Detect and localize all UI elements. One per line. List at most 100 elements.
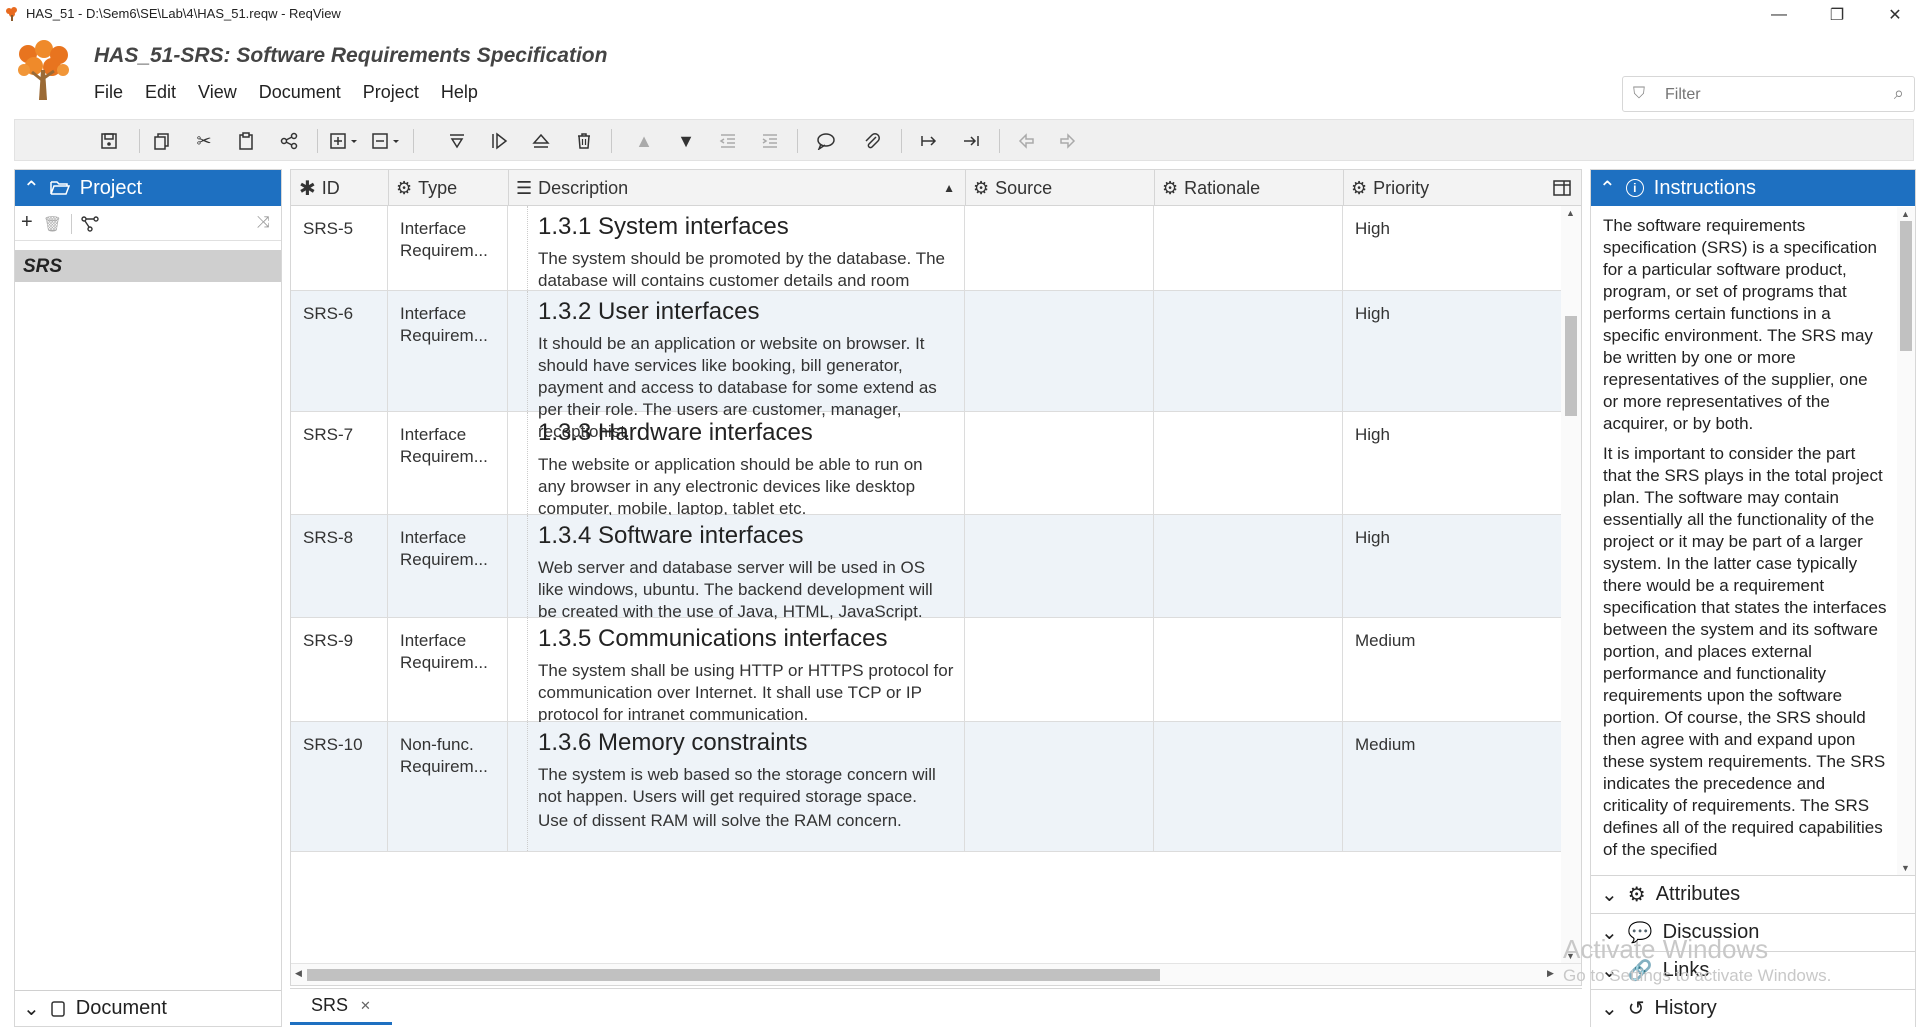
menu-help[interactable]: Help <box>441 82 478 103</box>
type-cell[interactable]: Interface Requirem... <box>388 206 508 290</box>
menu-project[interactable]: Project <box>363 82 419 103</box>
eject-icon[interactable] <box>529 129 553 153</box>
rationale-cell[interactable] <box>1154 618 1343 721</box>
scroll-right-arrow-icon[interactable]: ▶ <box>1547 968 1554 979</box>
tree-structure-icon[interactable] <box>81 216 99 232</box>
id-cell[interactable]: SRS-6 <box>291 291 388 411</box>
menu-view[interactable]: View <box>198 82 237 103</box>
history-section[interactable]: ⌄ ↺ History <box>1591 989 1915 1027</box>
type-cell[interactable]: Non-func. Requirem... <box>388 722 508 851</box>
chevron-up-icon[interactable]: ⌃ <box>23 176 40 201</box>
paste-icon[interactable] <box>234 129 258 153</box>
back-icon[interactable] <box>1014 129 1038 153</box>
type-cell[interactable]: Interface Requirem... <box>388 515 508 617</box>
filter-down-icon[interactable] <box>445 129 469 153</box>
filter-input[interactable] <box>1665 86 1875 104</box>
chevron-down-icon[interactable]: ⌄ <box>23 996 40 1021</box>
copy-icon[interactable] <box>150 129 174 153</box>
share-icon[interactable] <box>277 129 301 153</box>
priority-cell[interactable]: High <box>1343 515 1561 617</box>
document-section[interactable]: ⌄ Document <box>15 990 281 1026</box>
scroll-down-arrow-icon[interactable]: ▼ <box>1901 863 1910 873</box>
source-cell[interactable] <box>965 291 1154 411</box>
priority-cell[interactable]: High <box>1343 291 1561 411</box>
priority-cell[interactable]: Medium <box>1343 618 1561 721</box>
type-cell[interactable]: Interface Requirem... <box>388 291 508 411</box>
link-right-icon[interactable] <box>917 129 941 153</box>
move-down-icon[interactable]: ▼ <box>674 129 698 153</box>
description-cell[interactable]: 1.3.3 Hardware interfaces The website or … <box>528 412 965 518</box>
menu-document[interactable]: Document <box>259 82 341 103</box>
link-end-icon[interactable] <box>959 129 983 153</box>
forward-icon[interactable] <box>1056 129 1080 153</box>
rationale-cell[interactable] <box>1154 412 1343 514</box>
scrollbar-thumb[interactable] <box>1565 316 1577 416</box>
description-cell[interactable]: 1.3.1 System interfaces The system should… <box>528 206 965 312</box>
tab-srs[interactable]: SRS ✕ <box>290 989 392 1025</box>
table-row[interactable]: SRS-5 Interface Requirem... 1.3.1 System … <box>291 206 1561 312</box>
column-chooser-icon[interactable] <box>1553 180 1571 196</box>
column-header-rationale[interactable]: ⚙ Rationale <box>1154 170 1343 206</box>
column-header-source[interactable]: ⚙ Source <box>965 170 1154 206</box>
menu-edit[interactable]: Edit <box>145 82 176 103</box>
instructions-pane-header[interactable]: ⌃ i Instructions <box>1591 170 1915 206</box>
source-cell[interactable] <box>965 722 1154 851</box>
table-row[interactable]: SRS-9 Interface Requirem... 1.3.5 Communi… <box>291 618 1561 724</box>
column-header-description[interactable]: ☰ Description ▲ <box>508 170 965 206</box>
project-pane-header[interactable]: ⌃ Project <box>15 170 281 206</box>
cut-icon[interactable]: ✂ <box>192 129 216 153</box>
rationale-cell[interactable] <box>1154 291 1343 411</box>
grid-vertical-scrollbar[interactable]: ▲ ▼ <box>1561 206 1581 963</box>
type-cell[interactable]: Interface Requirem... <box>388 618 508 721</box>
rationale-cell[interactable] <box>1154 206 1343 290</box>
grid-horizontal-scrollbar[interactable]: ◀ ▶ <box>291 963 1581 985</box>
maximize-button[interactable]: ❐ <box>1814 0 1860 30</box>
id-cell[interactable]: SRS-8 <box>291 515 388 617</box>
move-up-icon[interactable]: ▲ <box>632 129 656 153</box>
rationale-cell[interactable] <box>1154 722 1343 851</box>
minimize-button[interactable]: — <box>1756 0 1802 30</box>
priority-cell[interactable]: Medium <box>1343 722 1561 851</box>
attributes-section[interactable]: ⌄ ⚙ Attributes <box>1591 875 1915 913</box>
shuffle-icon[interactable]: ⤨ <box>257 214 270 232</box>
id-cell[interactable]: SRS-5 <box>291 206 388 290</box>
table-row[interactable]: SRS-6 Interface Requirem... 1.3.2 User in… <box>291 291 1561 441</box>
description-cell[interactable]: 1.3.6 Memory constraints The system is we… <box>528 722 965 851</box>
scroll-up-arrow-icon[interactable]: ▲ <box>1901 209 1910 219</box>
id-cell[interactable]: SRS-10 <box>291 722 388 851</box>
instructions-scrollbar[interactable]: ▲ ▼ <box>1897 207 1915 875</box>
menu-file[interactable]: File <box>94 82 123 103</box>
id-cell[interactable]: SRS-9 <box>291 618 388 721</box>
priority-cell[interactable]: High <box>1343 412 1561 514</box>
delete-doc-icon[interactable]: 🗑 <box>43 215 62 233</box>
table-row[interactable]: SRS-7 Interface Requirem... 1.3.3 Hardwar… <box>291 412 1561 518</box>
priority-cell[interactable]: High <box>1343 206 1561 290</box>
play-step-icon[interactable] <box>487 129 511 153</box>
comment-icon[interactable] <box>814 129 838 153</box>
scroll-left-arrow-icon[interactable]: ◀ <box>295 968 302 979</box>
scrollbar-thumb[interactable] <box>1900 221 1912 351</box>
filter-box[interactable]: ⛉ ⌕ <box>1622 76 1915 112</box>
column-header-type[interactable]: ⚙ Type <box>388 170 508 206</box>
description-cell[interactable]: 1.3.2 User interfaces It should be an app… <box>528 291 965 441</box>
rationale-cell[interactable] <box>1154 515 1343 617</box>
table-row[interactable]: SRS-10 Non-func. Requirem... 1.3.6 Memory… <box>291 722 1561 852</box>
source-cell[interactable] <box>965 412 1154 514</box>
source-cell[interactable] <box>965 515 1154 617</box>
outdent-icon[interactable] <box>716 129 740 153</box>
column-header-priority[interactable]: ⚙ Priority <box>1343 170 1453 206</box>
attach-icon[interactable] <box>860 129 884 153</box>
chevron-up-icon[interactable]: ⌃ <box>1599 176 1616 201</box>
save-icon[interactable] <box>97 129 121 153</box>
sort-asc-icon[interactable]: ▲ <box>943 181 955 195</box>
table-row[interactable]: SRS-8 Interface Requirem... 1.3.4 Softwar… <box>291 515 1561 621</box>
tree-item-srs[interactable]: SRS <box>15 250 281 282</box>
scroll-up-arrow-icon[interactable]: ▲ <box>1566 208 1575 218</box>
indent-icon[interactable] <box>758 129 782 153</box>
search-icon[interactable]: ⌕ <box>1894 83 1904 104</box>
scrollbar-thumb[interactable] <box>307 969 1160 981</box>
column-header-id[interactable]: ✱ ID <box>291 170 388 206</box>
id-cell[interactable]: SRS-7 <box>291 412 388 514</box>
insert-icon[interactable] <box>327 129 363 153</box>
source-cell[interactable] <box>965 206 1154 290</box>
